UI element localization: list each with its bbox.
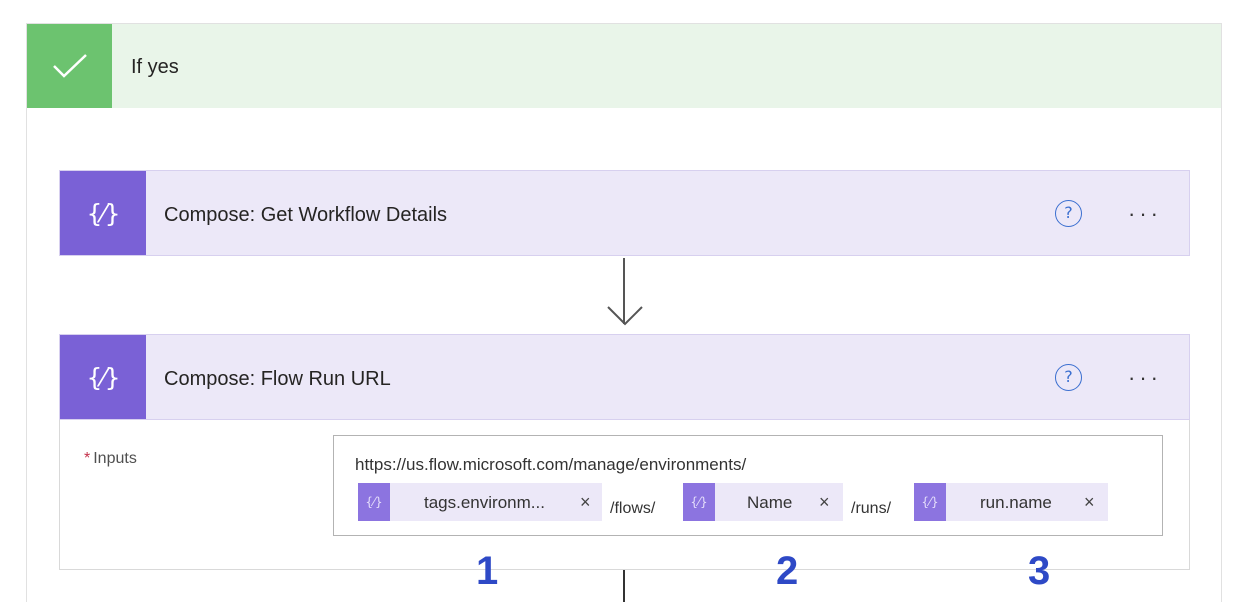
inputs-field[interactable]: https://us.flow.microsoft.com/manage/env… bbox=[333, 435, 1163, 536]
dynamic-token-environment[interactable]: {⁄} tags.environm... × bbox=[358, 483, 602, 521]
connector-line bbox=[623, 570, 625, 602]
branch-header[interactable]: If yes bbox=[27, 24, 1221, 108]
dynamic-token-name[interactable]: {⁄} Name × bbox=[683, 483, 843, 521]
annotation-number: 3 bbox=[1028, 549, 1051, 593]
dynamic-token-run-name[interactable]: {⁄} run.name × bbox=[914, 483, 1108, 521]
remove-token-icon[interactable]: × bbox=[1084, 492, 1095, 513]
compose-icon: {⁄} bbox=[60, 335, 146, 419]
token-label: tags.environm... bbox=[424, 493, 545, 512]
compose-icon: {⁄} bbox=[683, 483, 715, 521]
url-text: https://us.flow.microsoft.com/manage/env… bbox=[355, 455, 747, 474]
remove-token-icon[interactable]: × bbox=[580, 492, 591, 513]
more-options-icon[interactable]: ··· bbox=[1128, 201, 1162, 227]
more-options-icon[interactable]: ··· bbox=[1128, 365, 1162, 391]
action-card-flow-run-url[interactable]: {⁄} Compose: Flow Run URL ? ··· bbox=[59, 334, 1190, 420]
action-card-get-workflow-details[interactable]: {⁄} Compose: Get Workflow Details ? ··· bbox=[59, 170, 1190, 256]
action-title: Compose: Get Workflow Details bbox=[164, 204, 448, 226]
required-marker: * bbox=[84, 450, 91, 467]
compose-icon: {⁄} bbox=[60, 171, 146, 255]
annotation-number: 2 bbox=[776, 549, 799, 593]
branch-title: If yes bbox=[131, 56, 179, 78]
inputs-label-text: Inputs bbox=[93, 450, 137, 467]
compose-icon: {⁄} bbox=[914, 483, 946, 521]
separator-text: /runs/ bbox=[851, 500, 892, 517]
action-title: Compose: Flow Run URL bbox=[164, 368, 391, 390]
checkmark-icon bbox=[27, 24, 112, 108]
inputs-label: * Inputs bbox=[84, 450, 137, 468]
help-icon[interactable]: ? bbox=[1055, 364, 1082, 391]
compose-icon: {⁄} bbox=[358, 483, 390, 521]
remove-token-icon[interactable]: × bbox=[819, 492, 830, 513]
token-label: Name bbox=[747, 493, 793, 512]
help-icon[interactable]: ? bbox=[1055, 200, 1082, 227]
action-card-body: * Inputs https://us.flow.microsoft.com/ma… bbox=[59, 420, 1190, 570]
arrow-down-icon bbox=[607, 306, 643, 326]
annotation-number: 1 bbox=[476, 549, 499, 593]
token-label: run.name bbox=[980, 493, 1052, 512]
separator-text: /flows/ bbox=[610, 500, 656, 517]
